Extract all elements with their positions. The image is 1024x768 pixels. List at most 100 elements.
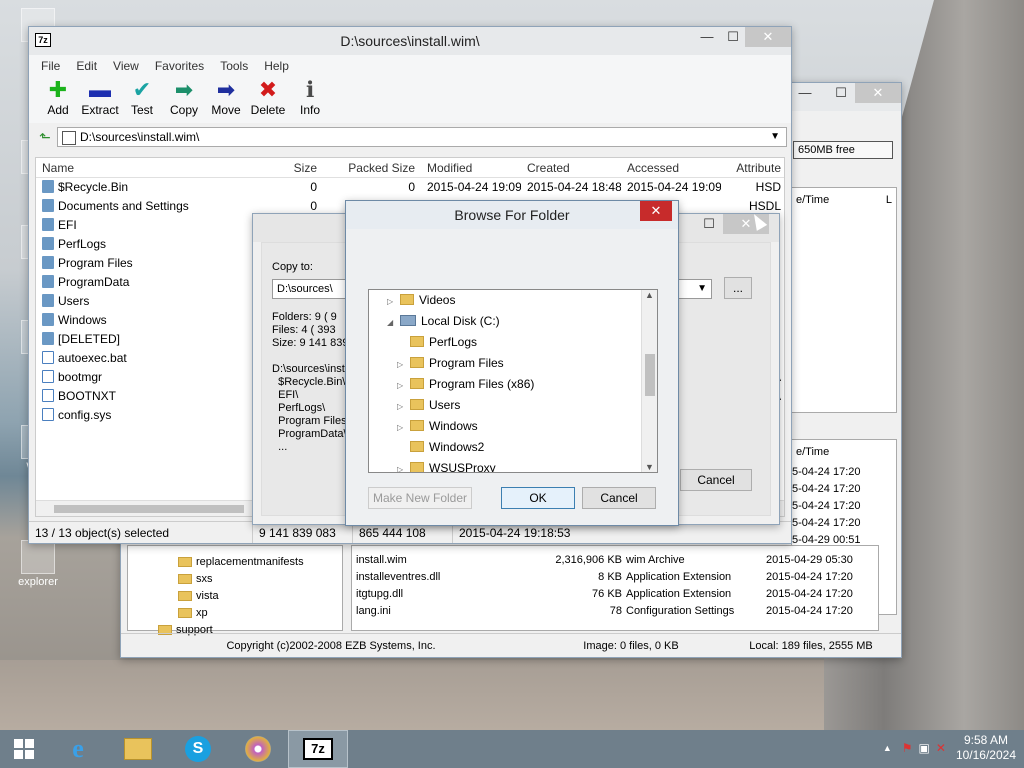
menu-tools[interactable]: Tools	[212, 59, 256, 73]
column-header-accessed[interactable]: Accessed	[621, 158, 721, 177]
ezb-maximize-button[interactable]: ☐	[827, 83, 855, 103]
browse-close-button[interactable]: ✕	[640, 201, 672, 221]
copy-browse-button[interactable]: ...	[724, 277, 752, 299]
browse-tree-item[interactable]: PerfLogs	[369, 332, 657, 353]
network-icon[interactable]: ▣	[919, 741, 930, 755]
file-explorer-icon	[124, 738, 152, 760]
menu-file[interactable]: File	[33, 59, 68, 73]
browse-tree-item[interactable]: ◢ Local Disk (C:)	[369, 311, 657, 332]
delete-button[interactable]: ✖ Delete	[247, 77, 289, 123]
ezb-minimize-button[interactable]: —	[791, 83, 819, 103]
browse-folder-tree[interactable]: ▷ Videos ◢ Local Disk (C:) PerfLogs ▷ Program …	[368, 289, 658, 473]
fm-hscroll-thumb[interactable]	[54, 505, 244, 513]
fm-maximize-button[interactable]: ☐	[719, 27, 747, 47]
expand-toggle-icon[interactable]: ▷	[397, 354, 407, 375]
address-combobox[interactable]: D:\sources\install.wim\ ▼	[57, 127, 787, 147]
copy-cancel-button[interactable]: Cancel	[680, 469, 752, 491]
expand-toggle-icon[interactable]: ▷	[387, 291, 397, 312]
taskbar-internet-explorer[interactable]: e	[48, 730, 108, 768]
browse-tree-scrollbar[interactable]: ▲ ▼	[641, 290, 657, 472]
test-button[interactable]: ✔ Test	[121, 77, 163, 123]
copy-button[interactable]: ➡ Copy	[163, 77, 205, 123]
chevron-down-icon[interactable]: ▼	[770, 128, 780, 146]
up-folder-icon[interactable]: ⬑	[33, 129, 57, 146]
browse-tree-item[interactable]: ▷ Videos	[369, 290, 657, 311]
file-icon	[42, 389, 54, 402]
menu-edit[interactable]: Edit	[68, 59, 105, 73]
cell-name: bootmgr	[36, 368, 261, 387]
copy-maximize-button[interactable]: ☐	[695, 214, 723, 234]
tree-item-label: PerfLogs	[429, 335, 478, 349]
cell-mod: 2015-04-24 19:09	[427, 180, 521, 194]
folder-icon	[42, 180, 54, 193]
table-row[interactable]: $Recycle.Bin 0 0 2015-04-24 19:09 2015-04-24…	[36, 178, 784, 197]
browse-tree-item[interactable]: ▷ Program Files	[369, 353, 657, 374]
ezb-image-info: Image: 0 files, 0 KB	[583, 640, 679, 652]
browse-for-folder-dialog[interactable]: Browse For Folder ✕ ▷ Videos ◢ Local Disk (…	[345, 200, 679, 526]
make-new-folder-button[interactable]: Make New Folder	[368, 487, 472, 509]
taskbar-7zip[interactable]: 7z	[288, 730, 348, 768]
desktop-icon[interactable]: explorer	[8, 540, 68, 588]
menu-help[interactable]: Help	[256, 59, 297, 73]
column-header-size[interactable]: Size	[261, 158, 321, 177]
start-button[interactable]	[0, 730, 48, 768]
clock[interactable]: 9:58 AM 10/16/2024	[956, 733, 1016, 763]
ezb-tree-item[interactable]: xp	[128, 605, 342, 622]
expand-toggle-icon[interactable]: ▷	[397, 375, 407, 396]
move-button[interactable]: ➡ Move	[205, 77, 247, 123]
ezb-file-list[interactable]: install.wim 2,316,906 KB wim Archive 2015-0…	[351, 545, 879, 631]
chevron-down-icon[interactable]: ▼	[697, 280, 707, 298]
column-header-created[interactable]: Created	[521, 158, 621, 177]
browse-titlebar[interactable]: Browse For Folder ✕	[346, 201, 678, 229]
ezb-tree-label: replacementmanifests	[196, 556, 304, 568]
browse-cancel-button[interactable]: Cancel	[582, 487, 656, 509]
browse-tree-item[interactable]: Windows2	[369, 437, 657, 458]
browse-scroll-thumb[interactable]	[645, 354, 655, 396]
expand-toggle-icon[interactable]: ▷	[397, 417, 407, 438]
browse-tree-item[interactable]: ▷ Users	[369, 395, 657, 416]
info-button[interactable]: ℹ Info	[289, 77, 331, 123]
table-row[interactable]: install.wim 2,316,906 KB wim Archive 2015-0…	[352, 552, 878, 569]
action-center-icon[interactable]: ⚑	[902, 741, 913, 755]
ezb-close-button[interactable]: ✕	[855, 83, 901, 103]
item-name: Program Files	[58, 256, 133, 270]
extract-button[interactable]: ▬ Extract	[79, 77, 121, 123]
fm-title: D:\sources\install.wim\	[340, 33, 480, 49]
taskbar-skype[interactable]: S	[168, 730, 228, 768]
browse-tree-item[interactable]: ▷ Windows	[369, 416, 657, 437]
fm-titlebar[interactable]: 7z D:\sources\install.wim\ — ☐ ✕	[29, 27, 791, 55]
scroll-down-icon[interactable]: ▼	[642, 462, 657, 472]
add-button[interactable]: ✚ Add	[37, 77, 79, 123]
volume-muted-icon[interactable]: ✕	[936, 741, 946, 755]
ezb-upper-right-panel[interactable]: e/Time L	[791, 187, 897, 413]
copy-list-line: EFI\	[272, 389, 299, 401]
taskbar-file-explorer[interactable]	[108, 730, 168, 768]
column-header-packed-size[interactable]: Packed Size	[321, 158, 421, 177]
scroll-up-icon[interactable]: ▲	[642, 290, 657, 300]
fm-close-button[interactable]: ✕	[745, 27, 791, 47]
ezb-folder-tree[interactable]: replacementmanifests sxs vista xp support	[127, 545, 343, 636]
browse-tree-item[interactable]: ▷ WSUSProxy	[369, 458, 657, 472]
ezb-tree-item[interactable]: sxs	[128, 571, 342, 588]
menu-view[interactable]: View	[105, 59, 147, 73]
taskbar-disc-burner[interactable]	[228, 730, 288, 768]
column-header-modified[interactable]: Modified	[421, 158, 521, 177]
column-header-name[interactable]: Name	[36, 158, 261, 177]
file-type: Configuration Settings	[626, 605, 735, 617]
fm-list-header: Name Size Packed Size Modified Created Access…	[36, 158, 784, 178]
table-row[interactable]: installeventres.dll 8 KB Application Exten…	[352, 569, 878, 586]
expand-toggle-icon[interactable]: ▷	[397, 459, 407, 472]
browse-ok-button[interactable]: OK	[501, 487, 575, 509]
browse-tree-item[interactable]: ▷ Program Files (x86)	[369, 374, 657, 395]
table-row[interactable]: itgtupg.dll 76 KB Application Extension 201…	[352, 586, 878, 603]
fm-minimize-button[interactable]: —	[693, 27, 721, 47]
menu-favorites[interactable]: Favorites	[147, 59, 212, 73]
ezb-tree-item[interactable]: vista	[128, 588, 342, 605]
show-hidden-icons-icon[interactable]: ▲	[883, 743, 892, 753]
table-row[interactable]: lang.ini 78 Configuration Settings 2015-04-…	[352, 603, 878, 620]
expand-toggle-icon[interactable]: ▷	[397, 396, 407, 417]
windows-logo-icon	[14, 739, 34, 759]
column-header-attribute[interactable]: Attribute	[721, 158, 781, 177]
expand-toggle-icon[interactable]: ◢	[387, 312, 397, 333]
ezb-tree-item[interactable]: replacementmanifests	[128, 554, 342, 571]
